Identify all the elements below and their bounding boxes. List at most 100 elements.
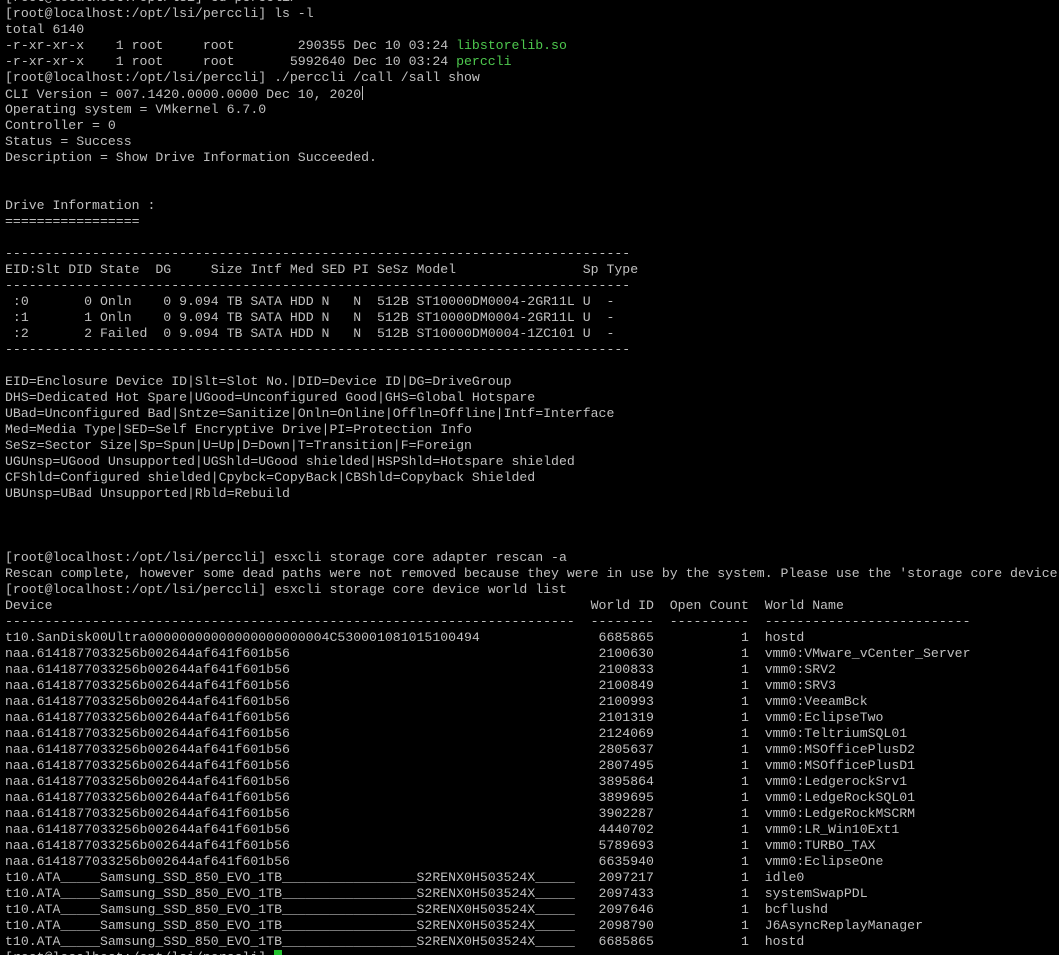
terminal-text: Description = Show Drive Information Suc… bbox=[5, 150, 377, 165]
terminal-line: [root@localhost:/opt/lsi/perccli] esxcli… bbox=[5, 550, 1059, 566]
terminal-line: -r-xr-xr-x 1 root root 5992640 Dec 10 03… bbox=[5, 54, 1059, 70]
terminal-line: Status = Success bbox=[5, 134, 1059, 150]
terminal-text: Status = Success bbox=[5, 134, 132, 149]
terminal-text: naa.6141877033256b002644af641f601b56 663… bbox=[5, 854, 884, 869]
terminal-line: t10.ATA_____Samsung_SSD_850_EVO_1TB_____… bbox=[5, 870, 1059, 886]
terminal-text: naa.6141877033256b002644af641f601b56 212… bbox=[5, 726, 908, 741]
terminal-line: UBUnsp=UBad Unsupported|Rbld=Rebuild bbox=[5, 486, 1059, 502]
terminal-line: ================= bbox=[5, 214, 1059, 230]
terminal-text: t10.ATA_____Samsung_SSD_850_EVO_1TB_____… bbox=[5, 902, 829, 917]
terminal-text: ----------------------------------------… bbox=[5, 246, 631, 261]
terminal-line: naa.6141877033256b002644af641f601b56 210… bbox=[5, 710, 1059, 726]
terminal-text: naa.6141877033256b002644af641f601b56 578… bbox=[5, 838, 876, 853]
terminal-output: [root@localhost:/opt/lsi] cd perccli/[ro… bbox=[0, 0, 1059, 955]
terminal-text: Controller = 0 bbox=[5, 118, 116, 133]
terminal-text: [root@localhost:/opt/lsi/perccli] esxcli… bbox=[5, 550, 567, 565]
terminal-line: [root@localhost:/opt/lsi/perccli] ./perc… bbox=[5, 70, 1059, 86]
terminal-text: naa.6141877033256b002644af641f601b56 210… bbox=[5, 646, 971, 661]
terminal-text: t10.ATA_____Samsung_SSD_850_EVO_1TB_____… bbox=[5, 934, 805, 949]
terminal-text: EID=Enclosure Device ID|Slt=Slot No.|DID… bbox=[5, 374, 512, 389]
terminal-line: DHS=Dedicated Hot Spare|UGood=Unconfigur… bbox=[5, 390, 1059, 406]
terminal-line: :0 0 Onln 0 9.094 TB SATA HDD N N 512B S… bbox=[5, 294, 1059, 310]
terminal-line: [root@localhost:/opt/lsi/perccli] esxcli… bbox=[5, 582, 1059, 598]
terminal-line: t10.ATA_____Samsung_SSD_850_EVO_1TB_____… bbox=[5, 934, 1059, 950]
terminal-text: naa.6141877033256b002644af641f601b56 389… bbox=[5, 790, 916, 805]
terminal-text: ================= bbox=[5, 214, 140, 229]
terminal-line: t10.ATA_____Samsung_SSD_850_EVO_1TB_____… bbox=[5, 902, 1059, 918]
terminal-text: [root@localhost:/opt/lsi/perccli] esxcli… bbox=[5, 582, 567, 597]
terminal-text: UGUnsp=UGood Unsupported|UGShld=UGood sh… bbox=[5, 454, 575, 469]
terminal-line: Controller = 0 bbox=[5, 118, 1059, 134]
terminal-text: [root@localhost:/opt/lsi/perccli] ./perc… bbox=[5, 70, 480, 85]
terminal-line: Operating system = VMkernel 6.7.0 bbox=[5, 102, 1059, 118]
terminal-line: naa.6141877033256b002644af641f601b56 210… bbox=[5, 694, 1059, 710]
terminal-text: [root@localhost:/opt/lsi] cd perccli/ bbox=[5, 0, 298, 5]
terminal-text: CLI Version = 007.1420.0000.0000 Dec 10,… bbox=[5, 87, 362, 102]
terminal-line: EID:Slt DID State DG Size Intf Med SED P… bbox=[5, 262, 1059, 278]
terminal-text: EID:Slt DID State DG Size Intf Med SED P… bbox=[5, 262, 639, 277]
terminal-line: [root@localhost:/opt/lsi/perccli] ls -l bbox=[5, 6, 1059, 22]
terminal-line: UGUnsp=UGood Unsupported|UGShld=UGood sh… bbox=[5, 454, 1059, 470]
terminal-line: :2 2 Failed 0 9.094 TB SATA HDD N N 512B… bbox=[5, 326, 1059, 342]
terminal-line: t10.ATA_____Samsung_SSD_850_EVO_1TB_____… bbox=[5, 918, 1059, 934]
terminal-line: Drive Information : bbox=[5, 198, 1059, 214]
terminal-line: naa.6141877033256b002644af641f601b56 578… bbox=[5, 838, 1059, 854]
terminal-text: :1 1 Onln 0 9.094 TB SATA HDD N N 512B S… bbox=[5, 310, 615, 325]
terminal-line: [root@localhost:/opt/lsi/perccli] bbox=[5, 950, 1059, 955]
executable-file-name: perccli bbox=[456, 54, 512, 69]
terminal-text: naa.6141877033256b002644af641f601b56 444… bbox=[5, 822, 900, 837]
terminal-text: naa.6141877033256b002644af641f601b56 280… bbox=[5, 758, 916, 773]
terminal-text: t10.ATA_____Samsung_SSD_850_EVO_1TB_____… bbox=[5, 870, 805, 885]
terminal-line: naa.6141877033256b002644af641f601b56 210… bbox=[5, 646, 1059, 662]
terminal-line: CFShld=Configured shielded|Cpybck=CopyBa… bbox=[5, 470, 1059, 486]
terminal-line: naa.6141877033256b002644af641f601b56 210… bbox=[5, 662, 1059, 678]
terminal-line: naa.6141877033256b002644af641f601b56 444… bbox=[5, 822, 1059, 838]
terminal-line: t10.ATA_____Samsung_SSD_850_EVO_1TB_____… bbox=[5, 886, 1059, 902]
executable-file-name: libstorelib.so bbox=[456, 38, 567, 53]
terminal-text: Med=Media Type|SED=Self Encryptive Drive… bbox=[5, 422, 472, 437]
terminal-line: EID=Enclosure Device ID|Slt=Slot No.|DID… bbox=[5, 374, 1059, 390]
terminal-line: t10.SanDisk00Ultra0000000000000000000000… bbox=[5, 630, 1059, 646]
terminal-line: naa.6141877033256b002644af641f601b56 280… bbox=[5, 742, 1059, 758]
terminal-window[interactable]: [root@localhost:/opt/lsi] cd perccli/[ro… bbox=[0, 0, 1059, 955]
terminal-text: -r-xr-xr-x 1 root root 5992640 Dec 10 03… bbox=[5, 54, 457, 69]
terminal-text: naa.6141877033256b002644af641f601b56 280… bbox=[5, 742, 916, 757]
terminal-text: total 6140 bbox=[5, 22, 85, 37]
terminal-line: Med=Media Type|SED=Self Encryptive Drive… bbox=[5, 422, 1059, 438]
terminal-text: Operating system = VMkernel 6.7.0 bbox=[5, 102, 267, 117]
terminal-text: :0 0 Onln 0 9.094 TB SATA HDD N N 512B S… bbox=[5, 294, 615, 309]
terminal-line: UBad=Unconfigured Bad|Sntze=Sanitize|Onl… bbox=[5, 406, 1059, 422]
terminal-line: naa.6141877033256b002644af641f601b56 389… bbox=[5, 774, 1059, 790]
terminal-text: t10.ATA_____Samsung_SSD_850_EVO_1TB_____… bbox=[5, 886, 868, 901]
terminal-text: ----------------------------------------… bbox=[5, 278, 631, 293]
terminal-line: :1 1 Onln 0 9.094 TB SATA HDD N N 512B S… bbox=[5, 310, 1059, 326]
terminal-text: t10.SanDisk00Ultra0000000000000000000000… bbox=[5, 630, 805, 645]
text-cursor-icon bbox=[362, 86, 364, 100]
terminal-line: ----------------------------------------… bbox=[5, 614, 1059, 630]
terminal-line: Device World ID Open Count World Name bbox=[5, 598, 1059, 614]
terminal-line: CLI Version = 007.1420.0000.0000 Dec 10,… bbox=[5, 86, 1059, 102]
terminal-text: naa.6141877033256b002644af641f601b56 210… bbox=[5, 678, 836, 693]
terminal-text: -r-xr-xr-x 1 root root 290355 Dec 10 03:… bbox=[5, 38, 457, 53]
terminal-text: naa.6141877033256b002644af641f601b56 210… bbox=[5, 694, 868, 709]
terminal-line: total 6140 bbox=[5, 22, 1059, 38]
terminal-text: [root@localhost:/opt/lsi/perccli] ls -l bbox=[5, 6, 314, 21]
terminal-text: Drive Information : bbox=[5, 198, 156, 213]
terminal-line: -r-xr-xr-x 1 root root 290355 Dec 10 03:… bbox=[5, 38, 1059, 54]
terminal-line: SeSz=Sector Size|Sp=Spun|U=Up|D=Down|T=T… bbox=[5, 438, 1059, 454]
terminal-line: naa.6141877033256b002644af641f601b56 210… bbox=[5, 678, 1059, 694]
terminal-line: naa.6141877033256b002644af641f601b56 280… bbox=[5, 758, 1059, 774]
terminal-text: naa.6141877033256b002644af641f601b56 389… bbox=[5, 774, 908, 789]
terminal-text: ----------------------------------------… bbox=[5, 342, 631, 357]
terminal-text: UBUnsp=UBad Unsupported|Rbld=Rebuild bbox=[5, 486, 290, 501]
terminal-text: CFShld=Configured shielded|Cpybck=CopyBa… bbox=[5, 470, 536, 485]
terminal-text: [root@localhost:/opt/lsi/perccli] bbox=[5, 950, 274, 955]
terminal-line: naa.6141877033256b002644af641f601b56 212… bbox=[5, 726, 1059, 742]
